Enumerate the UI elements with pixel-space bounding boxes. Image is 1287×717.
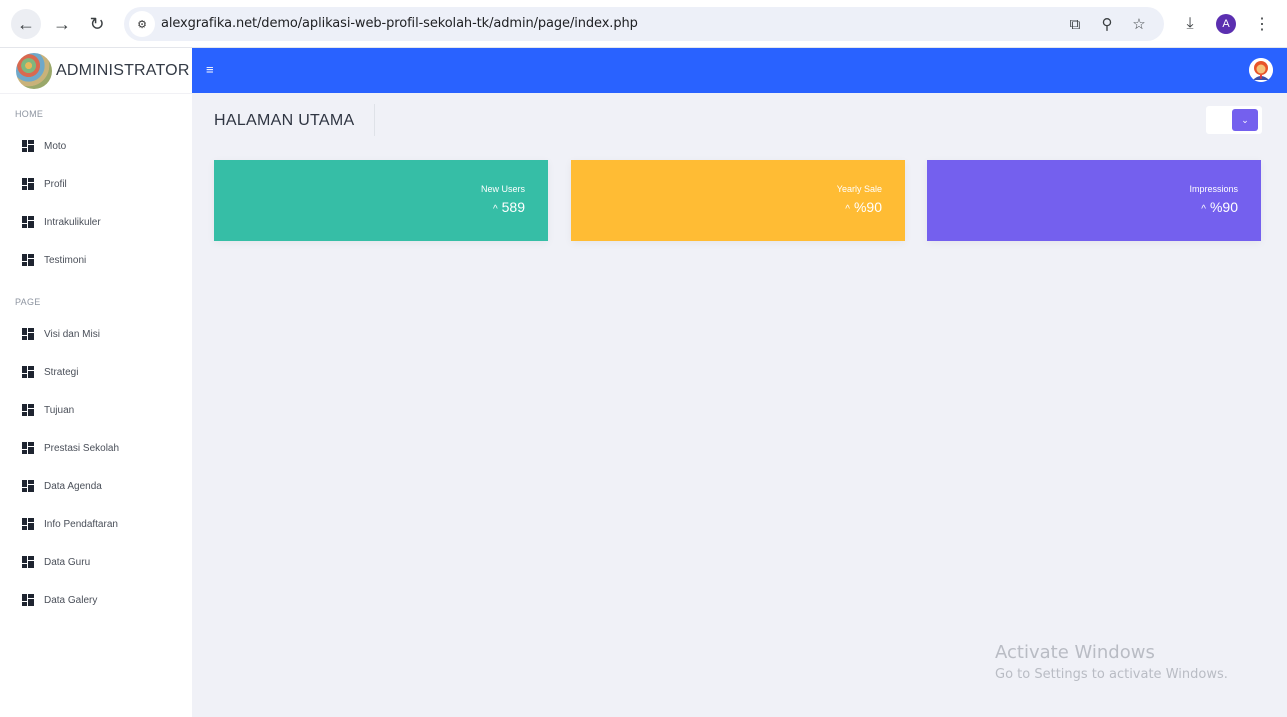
top-navbar: ≡: [192, 48, 1287, 93]
dashboard-icon: [22, 254, 34, 266]
dropdown-button[interactable]: ⌄: [1232, 109, 1258, 131]
sidebar-item-visi-dan-misi[interactable]: Visi dan Misi: [0, 315, 192, 353]
zoom-icon[interactable]: ⚲: [1097, 14, 1117, 34]
chevron-down-icon: ⌄: [1241, 114, 1249, 125]
stat-card-impressions: Impressions ^ %90: [927, 160, 1261, 241]
sidebar-item-label: Moto: [44, 140, 67, 152]
sidebar-item-tujuan[interactable]: Tujuan: [0, 391, 192, 429]
site-info-button[interactable]: ⚙: [129, 11, 155, 37]
arrow-right-icon: →: [53, 13, 71, 34]
windows-activation-watermark: Activate Windows Go to Settings to activ…: [995, 642, 1228, 682]
sidebar-item-label: Data Agenda: [44, 480, 102, 492]
sidebar-item-prestasi-sekolah[interactable]: Prestasi Sekolah: [0, 429, 192, 467]
stat-value: ^ %90: [1201, 199, 1238, 215]
arrow-up-icon: ^: [845, 204, 850, 215]
address-bar[interactable]: ⚙ alexgrafika.net/demo/aplikasi-web-prof…: [124, 7, 1164, 41]
sidebar-item-info-pendaftaran[interactable]: Info Pendaftaran: [0, 505, 192, 543]
sidebar-item-label: Prestasi Sekolah: [44, 442, 120, 454]
sidebar-item-data-guru[interactable]: Data Guru: [0, 543, 192, 581]
url-text[interactable]: alexgrafika.net/demo/aplikasi-web-profil…: [161, 16, 638, 31]
stat-number: 589: [501, 199, 525, 215]
forward-button[interactable]: →: [47, 9, 77, 39]
watermark-title: Activate Windows: [995, 642, 1155, 663]
dashboard-icon: [22, 404, 34, 416]
dashboard-icon: [22, 140, 34, 152]
dashboard-icon: [22, 556, 34, 568]
sidebar-item-label: Data Guru: [44, 556, 91, 568]
sidebar-item-data-agenda[interactable]: Data Agenda: [0, 467, 192, 505]
translate-icon[interactable]: ⧉: [1065, 14, 1085, 34]
arrow-left-icon: ←: [17, 13, 35, 34]
sidebar-item-label: Testimoni: [44, 254, 87, 266]
page-title: HALAMAN UTAMA: [214, 112, 355, 129]
dashboard-icon: [22, 328, 34, 340]
stat-label: Yearly Sale: [836, 184, 882, 194]
download-icon[interactable]: ⤓: [1178, 12, 1202, 36]
sidebar-item-testimoni[interactable]: Testimoni: [0, 241, 192, 279]
brand[interactable]: ADMINISTRATOR: [0, 48, 192, 94]
dashboard-icon: [22, 442, 34, 454]
bookmark-star-icon[interactable]: ☆: [1129, 14, 1149, 34]
back-button[interactable]: ←: [11, 9, 41, 39]
dashboard-icon: [22, 216, 34, 228]
stat-label: Impressions: [1189, 184, 1238, 194]
dashboard-icon: [22, 594, 34, 606]
tune-icon: ⚙: [137, 18, 147, 31]
main-content: HALAMAN UTAMA ⌄ New Users ^ 589 Yearly Sa…: [192, 93, 1287, 717]
stat-card-yearly-sale: Yearly Sale ^ %90: [571, 160, 905, 241]
sidebar-item-profil[interactable]: Profil: [0, 165, 192, 203]
arrow-up-icon: ^: [492, 204, 498, 215]
dashboard-icon: [22, 366, 34, 378]
sidebar-item-label: Tujuan: [44, 404, 75, 416]
brand-text: ADMINISTRATOR: [56, 61, 190, 79]
stat-card-new-users: New Users ^ 589: [214, 160, 548, 241]
sidebar-section-home: HOME: [15, 109, 44, 119]
browser-toolbar: ← → ↻ ⚙ alexgrafika.net/demo/aplikasi-we…: [0, 0, 1287, 48]
stat-value: ^ %90: [845, 199, 882, 215]
sidebar-item-label: Data Galery: [44, 594, 98, 606]
dropdown-container: ⌄: [1206, 106, 1262, 134]
sidebar-item-strategi[interactable]: Strategi: [0, 353, 192, 391]
title-divider: [374, 104, 375, 136]
dashboard-icon: [22, 480, 34, 492]
arrow-up-icon: ^: [1201, 204, 1206, 215]
brand-logo-icon: [16, 52, 52, 89]
dashboard-icon: [22, 178, 34, 190]
sidebar-section-page: PAGE: [15, 297, 41, 307]
sidebar: ADMINISTRATOR HOME Moto Profil Intrakuliku…: [0, 48, 192, 717]
sidebar-item-label: Strategi: [44, 366, 79, 378]
reload-icon: ↻: [89, 13, 105, 34]
stat-number: %90: [1209, 199, 1238, 215]
sidebar-item-label: Profil: [44, 178, 67, 190]
sidebar-item-moto[interactable]: Moto: [0, 127, 192, 165]
stat-number: %90: [853, 199, 882, 215]
kebab-menu-icon[interactable]: ⋮: [1250, 12, 1274, 36]
sidebar-item-intrakulikuler[interactable]: Intrakulikuler: [0, 203, 192, 241]
sidebar-item-label: Visi dan Misi: [44, 328, 100, 340]
user-avatar-icon: [1249, 58, 1273, 82]
browser-profile-avatar[interactable]: A: [1216, 14, 1236, 34]
dashboard-icon: [22, 518, 34, 530]
reload-button[interactable]: ↻: [82, 9, 112, 39]
stat-value: ^ 589: [493, 199, 525, 215]
sidebar-item-label: Intrakulikuler: [44, 216, 101, 228]
sidebar-item-data-galery[interactable]: Data Galery: [0, 581, 192, 619]
hamburger-menu-icon[interactable]: ≡: [206, 62, 214, 77]
watermark-subtitle: Go to Settings to activate Windows.: [995, 667, 1228, 682]
sidebar-item-label: Info Pendaftaran: [44, 518, 118, 530]
stat-label: New Users: [480, 184, 525, 194]
user-avatar[interactable]: [1249, 58, 1273, 82]
